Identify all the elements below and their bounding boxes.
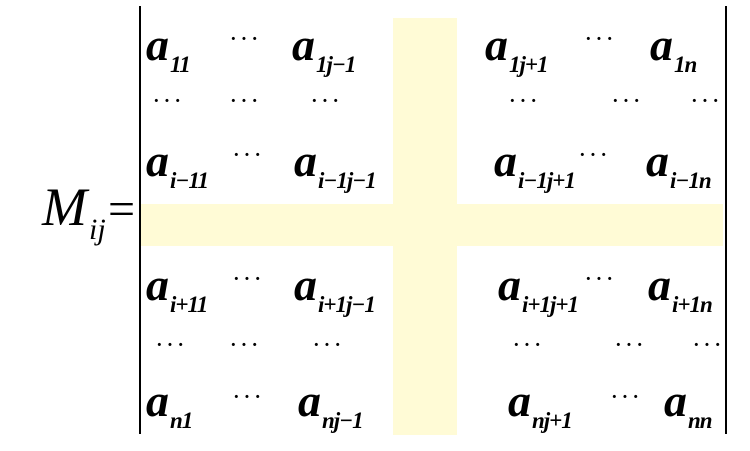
element-a-1-jm1: a1j−1 (292, 19, 356, 77)
element-a-ip1-jp1: ai+1j+1 (498, 259, 579, 317)
row-ellipsis: ··· (229, 86, 261, 115)
element-a-im1-jm1: ai−1j−1 (294, 135, 377, 193)
horizontal-ellipsis: ··· (584, 24, 616, 53)
horizontal-ellipsis: ··· (578, 140, 610, 169)
element-a-ip1-1: ai+11 (146, 259, 208, 317)
determinant-right-bar (725, 6, 727, 434)
element-a-ip1-jm1: ai+1j−1 (294, 259, 376, 317)
element-a-1-n: a1n (650, 19, 697, 77)
element-a-im1-n: ai−1n (646, 135, 712, 193)
row-ellipsis: ··· (152, 86, 184, 115)
horizontal-ellipsis: ··· (232, 382, 264, 411)
element-a-1-jp1: a1j+1 (485, 19, 548, 77)
deleted-row-highlight (141, 204, 723, 246)
row-ellipsis: ··· (229, 330, 261, 359)
horizontal-ellipsis: ··· (232, 140, 264, 169)
row-ellipsis: ··· (312, 330, 344, 359)
horizontal-ellipsis: ··· (232, 264, 264, 293)
horizontal-ellipsis: ··· (584, 264, 616, 293)
row-ellipsis: ··· (310, 86, 342, 115)
element-a-im1-jp1: ai−1j+1 (494, 135, 576, 193)
minor-symbol: Mij (42, 177, 106, 246)
element-a-1-1: a11 (146, 19, 191, 77)
row-ellipsis: ··· (614, 330, 646, 359)
element-a-n-jp1: anj+1 (508, 375, 573, 433)
row-ellipsis: ··· (692, 330, 724, 359)
row-ellipsis: ··· (512, 330, 544, 359)
row-ellipsis: ··· (611, 86, 643, 115)
row-ellipsis: ··· (508, 86, 540, 115)
horizontal-ellipsis: ··· (229, 24, 261, 53)
determinant-left-bar (139, 6, 141, 434)
element-a-ip1-n: ai+1n (648, 259, 713, 317)
horizontal-ellipsis: ··· (610, 382, 642, 411)
element-a-n-1: an1 (146, 375, 193, 433)
row-ellipsis: ··· (155, 330, 187, 359)
element-a-im1-1: ai−11 (146, 135, 209, 193)
equals-sign: = (108, 183, 136, 236)
element-a-n-jm1: anj−1 (298, 375, 364, 433)
row-ellipsis: ··· (690, 86, 722, 115)
element-a-n-n: ann (664, 375, 713, 433)
